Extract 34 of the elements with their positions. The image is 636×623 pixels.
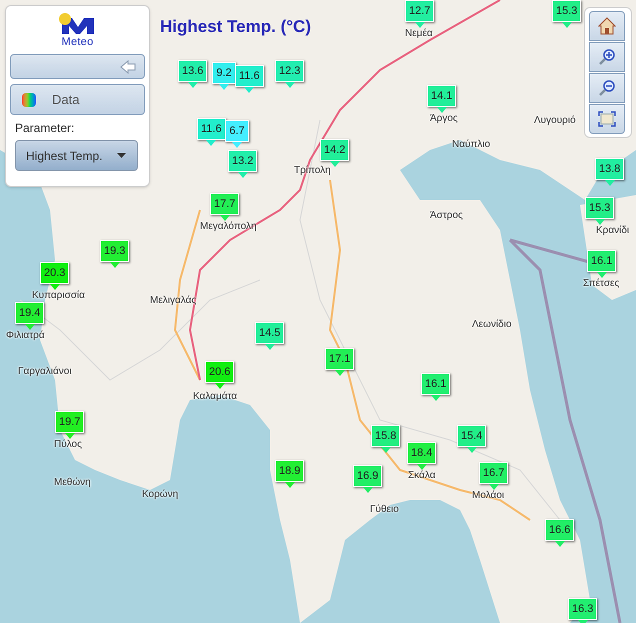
place-label: Καλαμάτα xyxy=(193,392,238,402)
home-icon xyxy=(598,17,616,35)
arrow-left-icon xyxy=(120,60,136,74)
full-extent-button[interactable] xyxy=(589,104,625,134)
place-label: Μεθώνη xyxy=(54,478,91,488)
caret-icon xyxy=(117,153,126,158)
place-label: Λεωνίδιο xyxy=(472,320,512,330)
place-label: Άργος xyxy=(430,114,458,124)
zoom-out-button[interactable] xyxy=(589,73,625,103)
place-label: Γύθειο xyxy=(370,505,399,515)
parameter-label: Parameter: xyxy=(15,120,74,137)
place-label: Ναύπλιο xyxy=(452,140,490,150)
place-label: Πύλος xyxy=(54,440,82,450)
collapse-button[interactable] xyxy=(10,54,145,79)
place-label: Νεμέα xyxy=(405,29,433,39)
map-title: Highest Temp. (°C) xyxy=(160,16,311,38)
place-label: Κορώνη xyxy=(142,490,178,500)
zoom-in-icon xyxy=(598,48,616,66)
place-label: Άστρος xyxy=(430,211,463,221)
color-palette-icon xyxy=(22,92,36,106)
logo-text: Meteo xyxy=(62,37,94,48)
place-label: Κρανίδι xyxy=(596,226,630,236)
home-button[interactable] xyxy=(589,11,625,41)
data-button[interactable]: Data xyxy=(10,84,145,115)
full-extent-icon xyxy=(598,111,616,127)
place-label: Λυγουριό xyxy=(534,116,576,126)
temperature-marker[interactable]: 16.3 xyxy=(568,598,598,623)
place-label: Γαργαλιάνοι xyxy=(18,367,72,377)
parameter-select[interactable]: Highest Temp. xyxy=(15,140,138,171)
place-label: Κυπαρισσία xyxy=(32,291,85,301)
zoom-out-icon xyxy=(598,79,616,97)
place-label: Φιλιατρά xyxy=(6,331,45,341)
place-label: Σπέτσες xyxy=(583,279,620,289)
zoom-in-button[interactable] xyxy=(589,42,625,72)
